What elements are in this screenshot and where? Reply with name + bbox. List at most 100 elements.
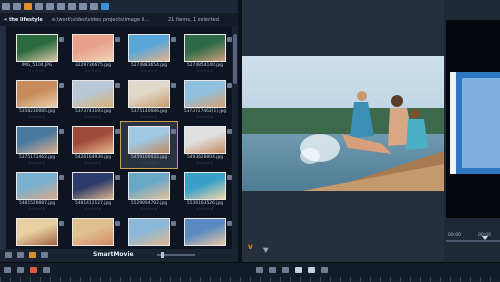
tag-icon[interactable] <box>115 129 120 134</box>
slider-knob[interactable] <box>160 251 164 258</box>
smartmovie-button[interactable]: SmartMovie <box>93 251 134 258</box>
photo-icon[interactable] <box>35 3 43 10</box>
rating-stars[interactable]: ☆☆☆☆☆ <box>121 207 177 211</box>
thumbnail-item[interactable]: 3229736675.jpg ☆☆☆☆☆ <box>65 30 121 76</box>
tag-icon[interactable] <box>171 37 176 42</box>
thumbnail-item[interactable]: 5481528887.jpg ☆☆☆☆☆ <box>9 168 65 214</box>
tag-icon[interactable] <box>59 221 64 226</box>
rating-stars[interactable]: ☆☆☆☆☆ <box>121 69 177 73</box>
thumbnail-item[interactable]: 5481412127.jpg ☆☆☆☆☆ <box>65 168 121 214</box>
view-icon[interactable] <box>5 251 12 258</box>
sort-icon[interactable] <box>17 251 24 258</box>
rating-stars[interactable]: ☆☆☆☆☆ <box>9 207 65 211</box>
rating-stars[interactable]: ☆☆☆☆☆ <box>9 115 65 119</box>
marker-icon[interactable] <box>308 267 315 273</box>
rating-stars[interactable]: ☆☆☆☆☆ <box>177 161 233 165</box>
sound-icon[interactable] <box>90 3 98 10</box>
thumbnail-item[interactable]: 5358230085.jpg ☆☆☆☆☆ <box>9 76 65 122</box>
tag-icon[interactable] <box>171 83 176 88</box>
thumbnail-image[interactable] <box>72 126 114 154</box>
thumbnail-image[interactable] <box>72 218 114 246</box>
undo-icon[interactable] <box>4 267 11 273</box>
rating-stars[interactable]: ☆☆☆☆☆ <box>65 161 121 165</box>
thumbnail-item[interactable]: 5529894792.jpg ☆☆☆☆☆ <box>121 168 177 214</box>
tag-icon[interactable] <box>59 37 64 42</box>
tag-icon[interactable] <box>115 175 120 180</box>
scissors-icon[interactable] <box>30 267 37 273</box>
thumbnail-image[interactable] <box>128 80 170 108</box>
thumbnail-item[interactable]: 5375172462.jpg ☆☆☆☆☆ <box>9 122 65 168</box>
thumbnail-item[interactable]: 5459100432.jpg ☆☆☆☆☆ <box>120 121 178 169</box>
disc-icon[interactable] <box>79 3 87 10</box>
thumbnail-image[interactable] <box>16 80 58 108</box>
thumbnail-image[interactable] <box>72 80 114 108</box>
tag-icon[interactable] <box>59 175 64 180</box>
tag-icon[interactable] <box>59 129 64 134</box>
thumbnail-image[interactable] <box>72 34 114 62</box>
thumbnail-image[interactable] <box>72 172 114 200</box>
thumbnail-image[interactable] <box>128 172 170 200</box>
thumbnail-item[interactable]: 5373743193.jpg ☆☆☆☆☆ <box>65 76 121 122</box>
filter-icon[interactable] <box>29 251 36 258</box>
tag-icon[interactable] <box>101 3 109 10</box>
thumbnail-item[interactable]: 5536163526.jpg ☆☆☆☆☆ <box>177 168 233 214</box>
rating-stars[interactable]: ☆☆☆☆☆ <box>9 161 65 165</box>
folder-icon[interactable] <box>2 3 10 10</box>
thumbnail-item[interactable]: 5493628804.jpg ☆☆☆☆☆ <box>177 122 233 168</box>
thumbnail-image[interactable] <box>16 34 58 62</box>
playhead-icon[interactable] <box>482 236 488 240</box>
rating-stars[interactable]: ☆☆☆☆☆ <box>121 161 177 165</box>
audio-icon[interactable] <box>269 267 276 273</box>
tag-icon[interactable] <box>171 175 176 180</box>
library-nav-strip[interactable] <box>0 26 7 249</box>
title-icon[interactable] <box>57 3 65 10</box>
thumbnail-image[interactable] <box>16 218 58 246</box>
snap-icon[interactable] <box>295 267 302 273</box>
thumbnail-image[interactable] <box>184 80 226 108</box>
tag-icon[interactable] <box>115 37 120 42</box>
record-icon[interactable] <box>256 267 263 273</box>
thumbnail-image[interactable] <box>184 172 226 200</box>
zoom-icon[interactable] <box>41 251 48 258</box>
tag-icon[interactable] <box>171 129 176 134</box>
film-icon[interactable] <box>13 3 21 10</box>
thumbnail-item[interactable]: IMG_5104.JPG ☆☆☆☆☆ <box>9 30 65 76</box>
rating-stars[interactable]: ☆☆☆☆☆ <box>177 207 233 211</box>
rating-stars[interactable]: ☆☆☆☆☆ <box>177 115 233 119</box>
thumbnail-item[interactable]: 5274854140.jpg ☆☆☆☆☆ <box>177 30 233 76</box>
thumbnail-image[interactable] <box>128 218 170 246</box>
thumbnail-image[interactable] <box>16 126 58 154</box>
thumbnail-item[interactable]: 5274883654.jpg ☆☆☆☆☆ <box>121 30 177 76</box>
mic-icon[interactable] <box>282 267 289 273</box>
music-icon[interactable] <box>24 3 32 10</box>
rating-stars[interactable]: ☆☆☆☆☆ <box>65 115 121 119</box>
thumbnail-image[interactable] <box>16 172 58 200</box>
tag-icon[interactable] <box>115 221 120 226</box>
rating-stars[interactable]: ☆☆☆☆☆ <box>65 207 121 211</box>
project-icon[interactable] <box>46 3 54 10</box>
scrollbar-thumb[interactable] <box>233 34 237 84</box>
thumbnail-image[interactable] <box>184 126 226 154</box>
rating-stars[interactable]: ☆☆☆☆☆ <box>65 69 121 73</box>
thumbnail-size-slider[interactable] <box>156 251 195 258</box>
tag-icon[interactable] <box>59 83 64 88</box>
thumbnail-image[interactable] <box>128 126 170 154</box>
timeline-ruler[interactable] <box>0 277 500 282</box>
album-title[interactable]: « the lifestyle <box>0 17 52 23</box>
thumbnail-item[interactable]: 5373727462(1).jpg ☆☆☆☆☆ <box>177 76 233 122</box>
rating-stars[interactable]: ☆☆☆☆☆ <box>177 69 233 73</box>
thumbnail-item[interactable]: 5426164939.jpg ☆☆☆☆☆ <box>65 122 121 168</box>
tag-icon[interactable] <box>171 221 176 226</box>
redo-icon[interactable] <box>17 267 24 273</box>
thumbnail-image[interactable] <box>128 34 170 62</box>
thumbnail-image[interactable] <box>184 218 226 246</box>
rating-stars[interactable]: ☆☆☆☆☆ <box>9 69 65 73</box>
thumbnail-item[interactable]: 5375140686.jpg ☆☆☆☆☆ <box>121 76 177 122</box>
tag-icon[interactable] <box>115 83 120 88</box>
thumbnail-image[interactable] <box>184 34 226 62</box>
montage-icon[interactable] <box>68 3 76 10</box>
player-scrubber[interactable] <box>446 240 500 242</box>
rating-stars[interactable]: ☆☆☆☆☆ <box>121 115 177 119</box>
split-icon[interactable] <box>321 267 328 273</box>
delete-icon[interactable] <box>43 267 50 273</box>
